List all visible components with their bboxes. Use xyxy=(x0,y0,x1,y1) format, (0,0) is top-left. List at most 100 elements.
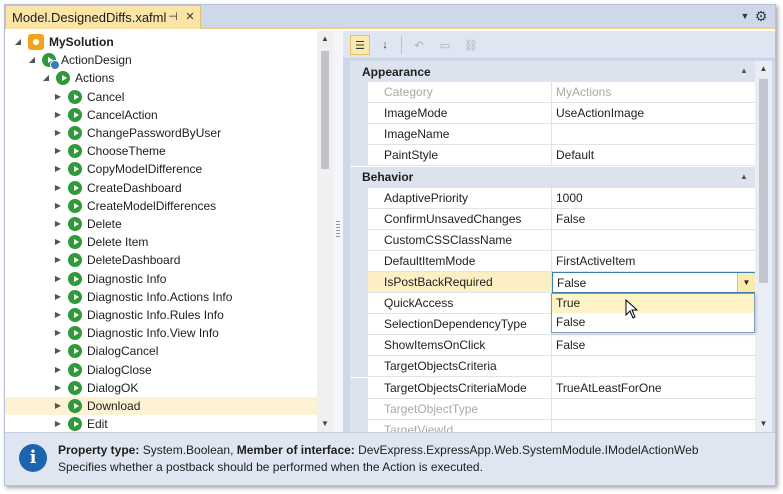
grid-scroll-thumb[interactable] xyxy=(759,79,768,283)
category-row[interactable]: Behavior ▲ xyxy=(350,166,755,188)
tree-item[interactable]: ▶ Diagnostic Info xyxy=(5,270,317,288)
expand-arrow-icon[interactable]: ▶ xyxy=(53,310,63,320)
expand-arrow-icon[interactable]: ▶ xyxy=(53,164,63,174)
property-row[interactable]: Category MyActions xyxy=(350,82,755,104)
dropdown-option[interactable]: False xyxy=(552,313,754,332)
collapse-icon[interactable]: ▲ xyxy=(738,65,750,77)
property-value[interactable]: Default xyxy=(552,145,755,167)
tree-item[interactable]: ▶ Cancel xyxy=(5,88,317,106)
expand-arrow-icon[interactable]: ▶ xyxy=(53,419,63,429)
collapse-arrow-icon[interactable]: ◢ xyxy=(13,37,23,47)
expand-arrow-icon[interactable]: ▶ xyxy=(53,237,63,247)
property-row[interactable]: DefaultItemMode FirstActiveItem xyxy=(350,250,755,272)
expand-arrow-icon[interactable]: ▶ xyxy=(53,274,63,284)
tree-item[interactable]: ▶ Delete Item xyxy=(5,233,317,251)
document-tab[interactable]: Model.DesignedDiffs.xafml ⊣ ✕ xyxy=(5,5,201,29)
tree-item[interactable]: ▶ CopyModelDifference xyxy=(5,160,317,178)
expand-arrow-icon[interactable]: ▶ xyxy=(53,255,63,265)
window-menu-arrow-icon[interactable]: ▼ xyxy=(739,10,751,22)
tree-item[interactable]: ◢ Actions xyxy=(5,69,317,87)
tree-item[interactable]: ◢ ActionDesign xyxy=(5,51,317,71)
pane-splitter[interactable] xyxy=(333,31,343,432)
expand-arrow-icon[interactable]: ▶ xyxy=(53,401,63,411)
category-row[interactable]: Appearance ▲ xyxy=(350,61,755,82)
property-value[interactable]: False xyxy=(552,209,755,230)
property-row[interactable]: ImageName xyxy=(350,124,755,146)
property-value[interactable]: FirstActiveItem xyxy=(552,251,755,272)
expand-arrow-icon[interactable]: ▶ xyxy=(53,146,63,156)
expand-arrow-icon[interactable]: ▶ xyxy=(53,110,63,120)
tree-item[interactable]: ▶ ChooseTheme xyxy=(5,142,317,160)
tree-item[interactable]: ◢ MySolution xyxy=(5,33,317,51)
tree-item[interactable]: ▶ Download xyxy=(5,397,317,415)
property-grid[interactable]: Appearance ▲ Category MyActions ImageMode Use… xyxy=(349,61,755,432)
property-value[interactable]: 1000 xyxy=(552,188,755,209)
dropdown-option[interactable]: True xyxy=(552,294,754,313)
expand-arrow-icon[interactable]: ▶ xyxy=(53,128,63,138)
property-row[interactable]: TargetObjectType xyxy=(350,398,755,420)
dropdown-arrow-icon[interactable]: ▼ xyxy=(737,273,755,292)
property-value[interactable] xyxy=(552,230,755,251)
tree-item[interactable]: ▶ Delete xyxy=(5,215,317,233)
collapse-arrow-icon[interactable]: ◢ xyxy=(27,55,37,65)
pin-icon[interactable]: ⊣ xyxy=(166,10,180,24)
expand-arrow-icon[interactable]: ▶ xyxy=(53,346,63,356)
property-value[interactable]: TrueAtLeastForOne xyxy=(552,378,755,399)
boolean-dropdown-list[interactable]: True False xyxy=(551,293,755,333)
property-row[interactable]: TargetObjectsCriteria xyxy=(350,356,755,378)
reset-value-button[interactable]: ↶ xyxy=(409,35,429,55)
expand-arrow-icon[interactable]: ▶ xyxy=(53,92,63,102)
tree-scroll-thumb[interactable] xyxy=(321,51,329,169)
categorized-view-button[interactable]: ☰ xyxy=(350,35,370,55)
property-row[interactable]: ShowItemsOnClick False xyxy=(350,335,755,357)
expand-arrow-icon[interactable]: ▶ xyxy=(53,201,63,211)
expand-arrow-icon[interactable]: ▶ xyxy=(53,219,63,229)
scroll-down-icon[interactable]: ▼ xyxy=(755,416,772,432)
property-value[interactable] xyxy=(552,356,755,378)
property-value[interactable] xyxy=(552,124,755,146)
collapse-icon[interactable]: ▲ xyxy=(738,171,750,183)
tree-item[interactable]: ▶ CreateModelDifferences xyxy=(5,197,317,215)
property-row[interactable]: TargetObjectsCriteriaMode TrueAtLeastForO… xyxy=(350,377,755,399)
scroll-up-icon[interactable]: ▲ xyxy=(755,61,772,77)
tree-item[interactable]: ▶ Diagnostic Info.View Info xyxy=(5,324,317,342)
property-value-editor[interactable]: False ▼ xyxy=(552,272,755,293)
alphabetical-view-button[interactable]: ↓ xyxy=(375,35,395,55)
scroll-down-icon[interactable]: ▼ xyxy=(317,416,333,432)
grid-vertical-scrollbar[interactable]: ▲ ▼ xyxy=(755,61,772,432)
tree-item[interactable]: ▶ ChangePasswordByUser xyxy=(5,124,317,142)
tree-item[interactable]: ▶ Diagnostic Info.Rules Info xyxy=(5,306,317,324)
tree-item[interactable]: ▶ DialogOK xyxy=(5,379,317,397)
tree-item[interactable]: ▶ CancelAction xyxy=(5,106,317,124)
tree-item[interactable]: ▶ Edit xyxy=(5,415,317,432)
tree-item[interactable]: ▶ DeleteDashboard xyxy=(5,251,317,269)
property-row[interactable]: IsPostBackRequired False ▼ xyxy=(350,272,755,293)
tree-item[interactable]: ▶ CreateDashboard xyxy=(5,179,317,197)
tree-vertical-scrollbar[interactable]: ▲ ▼ xyxy=(317,31,333,432)
tree-item[interactable]: ▶ DialogClose xyxy=(5,361,317,379)
property-value[interactable]: False xyxy=(552,335,755,357)
model-tree[interactable]: ▲ ▼ ◢ MySolution ◢ ActionDesign ◢ Actions ▶ Can… xyxy=(5,31,333,432)
gear-icon[interactable]: ⚙ xyxy=(753,8,769,24)
link-button[interactable]: ⛓ xyxy=(461,35,481,55)
property-row[interactable]: CustomCSSClassName xyxy=(350,229,755,251)
property-value[interactable]: UseActionImage xyxy=(552,103,755,125)
expand-arrow-icon[interactable]: ▶ xyxy=(53,183,63,193)
property-row[interactable]: ConfirmUnsavedChanges False xyxy=(350,208,755,230)
property-name: ShowItemsOnClick xyxy=(368,335,552,357)
expand-arrow-icon[interactable]: ▶ xyxy=(53,383,63,393)
tree-item[interactable]: ▶ DialogCancel xyxy=(5,342,317,360)
expand-arrow-icon[interactable]: ▶ xyxy=(53,292,63,302)
splitter-grip-icon[interactable] xyxy=(336,221,340,237)
property-row[interactable]: TargetViewId xyxy=(350,419,755,432)
scroll-up-icon[interactable]: ▲ xyxy=(317,31,333,47)
property-row[interactable]: ImageMode UseActionImage xyxy=(350,103,755,125)
close-icon[interactable]: ✕ xyxy=(183,10,197,24)
expand-arrow-icon[interactable]: ▶ xyxy=(53,328,63,338)
tree-item[interactable]: ▶ Diagnostic Info.Actions Info xyxy=(5,288,317,306)
property-row[interactable]: AdaptivePriority 1000 xyxy=(350,187,755,209)
property-row[interactable]: PaintStyle Default xyxy=(350,145,755,167)
navigate-button[interactable]: ▭ xyxy=(435,35,455,55)
expand-arrow-icon[interactable]: ▶ xyxy=(53,365,63,375)
collapse-arrow-icon[interactable]: ◢ xyxy=(41,73,51,83)
